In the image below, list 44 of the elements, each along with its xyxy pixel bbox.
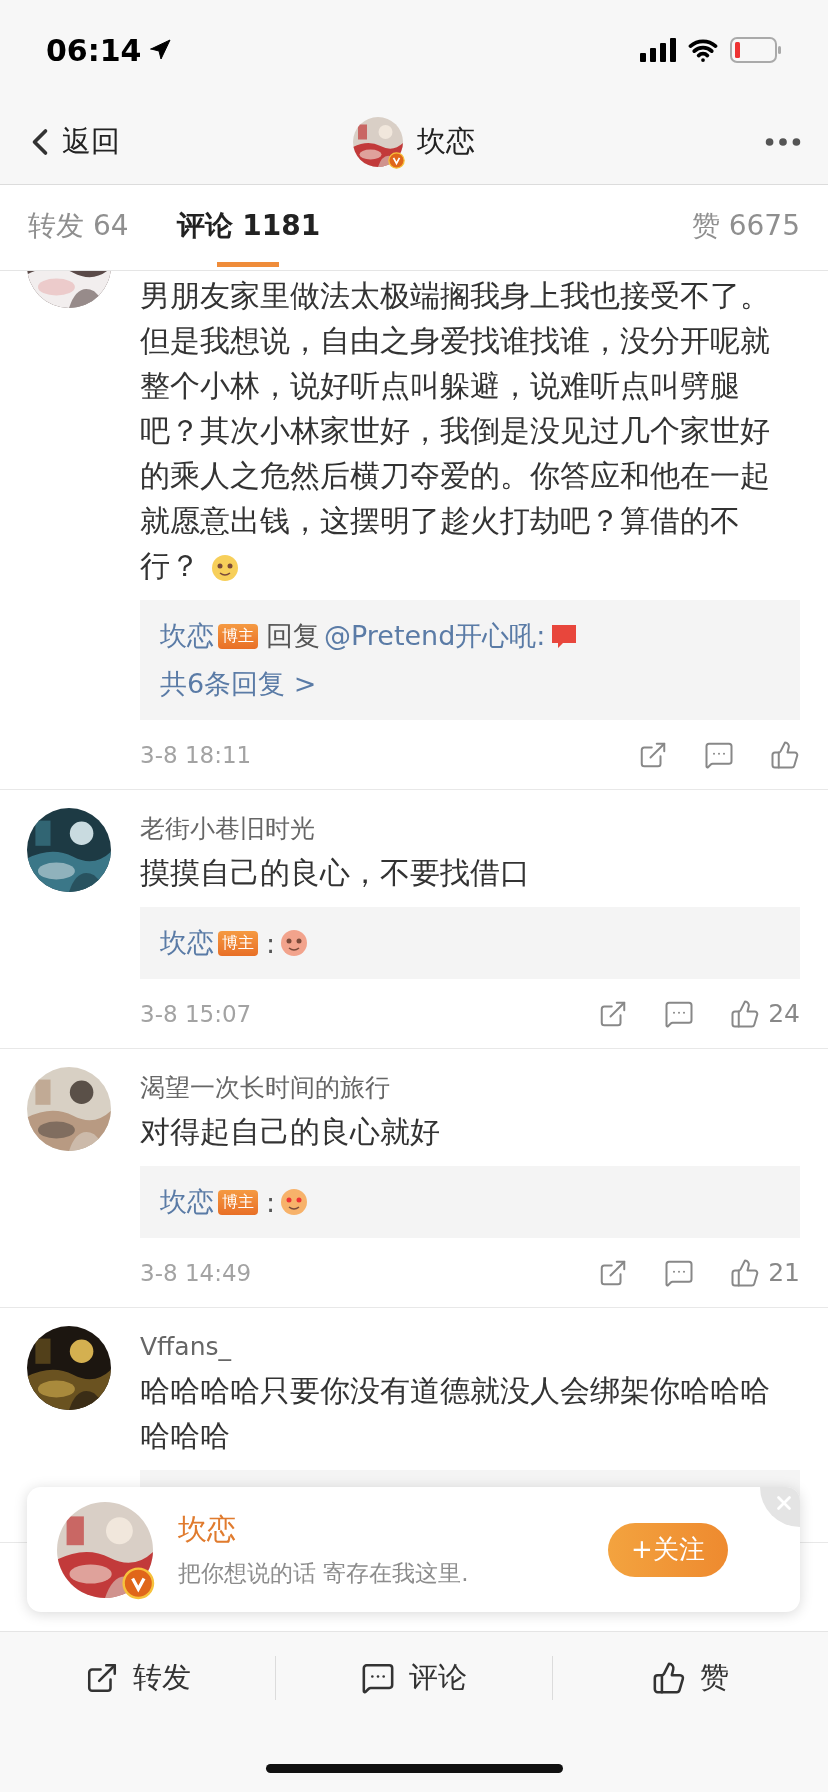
follow-button[interactable]: +关注 (608, 1522, 728, 1577)
author-link[interactable]: 坎恋 (160, 1184, 214, 1220)
author-link[interactable]: 坎恋 (160, 618, 214, 654)
comment-text: 摸摸自己的良心，不要找借口 (140, 854, 531, 892)
verified-badge-icon (122, 1566, 155, 1600)
thumbs-up-icon (651, 1661, 686, 1695)
reply-label: 回复 (266, 619, 320, 653)
blogger-badge: 博主 (218, 623, 258, 649)
comment-time: 3-8 15:07 (140, 1000, 252, 1027)
comment-author[interactable]: 老街小巷旧时光 (140, 808, 800, 850)
action-button[interactable]: 赞 (551, 1656, 828, 1700)
nav-title: 坎恋 (417, 123, 475, 160)
action-button[interactable]: 转发 (0, 1656, 276, 1700)
comment-text: 对得起自己的良心就好 (140, 1113, 441, 1151)
verified-badge-icon (388, 152, 405, 169)
thumbs-up-icon (770, 739, 800, 770)
blogger-badge: 博主 (218, 930, 258, 956)
blogger-badge: 博主 (218, 1189, 258, 1215)
tab[interactable]: 赞 6675 (691, 184, 800, 271)
like-button[interactable]: 21 (730, 1257, 800, 1288)
like-button[interactable]: 24 (730, 998, 800, 1029)
signal-icon (640, 38, 676, 62)
popup-name: 坎恋 (178, 1511, 237, 1548)
popup-tagline: 把你想说的话 寄存在我这里. (178, 1559, 470, 1588)
colon: : (266, 927, 276, 959)
like-button[interactable] (770, 739, 800, 770)
comment-icon (361, 1661, 395, 1695)
comment-time: 3-8 14:49 (140, 1259, 252, 1286)
comment-author[interactable]: Vffans_ (140, 1326, 800, 1368)
more-replies-link[interactable]: 共6条回复 > (160, 666, 317, 702)
thumbs-up-icon (730, 1257, 761, 1288)
colon: : (266, 1186, 276, 1218)
mention-link[interactable]: @Pretend开心吼: (324, 618, 546, 654)
tab[interactable]: 转发 64 (28, 184, 129, 271)
thumbs-up-icon (730, 998, 761, 1029)
battery-icon (730, 37, 782, 63)
comment-time: 3-8 18:11 (140, 741, 252, 768)
comment-author[interactable]: 渴望一次长时间的旅行 (140, 1067, 800, 1109)
action-button[interactable]: 评论 (275, 1656, 552, 1700)
back-button[interactable]: 返回 (18, 120, 120, 164)
status-time: 06:14 (46, 32, 142, 68)
comment-text: 哈哈哈哈只要你没有道德就没人会绑架你哈哈哈哈哈哈 (140, 1372, 771, 1455)
comment-text: 男朋友家里做法太极端搁我身上我也接受不了。但是我想说，自由之身爱找谁找谁，没分开呢就整个小林，说好听点叫躲避，说难听点叫劈腿吧？其次小林家世好，我倒是没见过几个家世好的乘人之危然后横刀夺爱的。你答应和他在一起就愿意出钱，这摆明了趁火打劫吧？算借的不行？ (140, 277, 771, 585)
author-link[interactable]: 坎恋 (160, 925, 214, 961)
